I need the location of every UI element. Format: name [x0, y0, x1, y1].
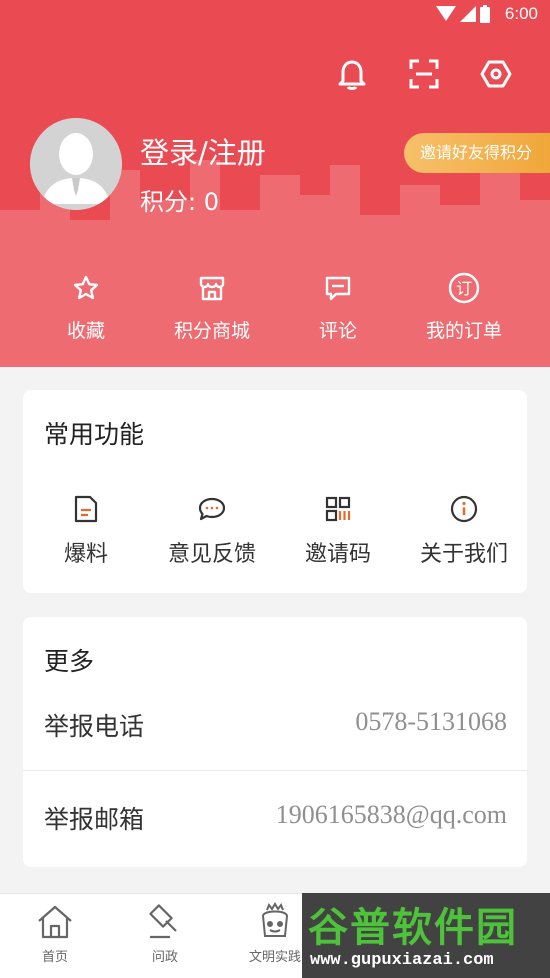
- report-phone-row[interactable]: 举报电话 0578-5131068: [23, 679, 527, 771]
- func-item-label: 邀请码: [304, 542, 371, 567]
- profile-header: 6:00 登录/注册 积分: 0 邀请好友得积分 收藏 积分商城 评论 订 我的…: [0, 0, 550, 367]
- quick-item-label: 我的订单: [425, 320, 502, 342]
- func-item-about-us[interactable]: 关于我们: [401, 494, 527, 568]
- nav-item-home[interactable]: 首页: [15, 902, 95, 965]
- section-title: 更多: [44, 647, 95, 676]
- row-value: 1906165838@qq.com: [275, 800, 507, 829]
- quick-item-label: 评论: [318, 320, 357, 342]
- gavel-icon: [146, 902, 184, 942]
- report-icon: [73, 494, 99, 524]
- bell-icon[interactable]: [334, 56, 370, 92]
- feedback-icon: [198, 494, 226, 524]
- quick-item-points-store[interactable]: 积分商城: [149, 270, 275, 343]
- battery-icon: [480, 5, 490, 23]
- report-email-row[interactable]: 举报邮箱 1906165838@qq.com: [23, 772, 527, 864]
- quick-item-comments[interactable]: 评论: [275, 270, 401, 343]
- quick-item-favorites[interactable]: 收藏: [23, 270, 149, 343]
- order-icon: 订: [448, 270, 480, 306]
- quick-actions: 收藏 积分商城 评论 订 我的订单: [0, 270, 550, 343]
- func-item-label: 爆料: [63, 542, 108, 567]
- nav-item-politics[interactable]: 问政: [125, 902, 205, 965]
- func-item-label: 关于我们: [419, 542, 508, 567]
- info-icon: [450, 494, 478, 524]
- func-item-feedback[interactable]: 意见反馈: [149, 494, 275, 568]
- settings-icon[interactable]: [478, 56, 514, 92]
- home-icon: [36, 902, 74, 942]
- store-icon: [198, 270, 226, 306]
- row-value: 0578-5131068: [355, 707, 507, 736]
- points-label: 积分: 0: [140, 188, 219, 216]
- status-time: 6:00: [504, 4, 538, 23]
- func-item-label: 意见反馈: [167, 542, 256, 567]
- svg-text:订: 订: [456, 279, 472, 298]
- avatar[interactable]: [30, 118, 122, 210]
- invite-friends-button[interactable]: 邀请好友得积分: [404, 133, 550, 173]
- section-title: 常用功能: [44, 420, 145, 449]
- watermark-title: 谷普软件园: [308, 905, 518, 951]
- quick-item-label: 积分商城: [173, 320, 250, 342]
- function-grid: 爆料 意见反馈 邀请码 关于我们: [23, 494, 527, 568]
- func-item-invite-code[interactable]: 邀请码: [275, 494, 401, 568]
- qrcode-icon: [325, 494, 351, 524]
- civilization-icon: [255, 902, 295, 942]
- scan-icon[interactable]: [406, 56, 442, 92]
- nav-label: 文明实践: [248, 950, 301, 965]
- comment-icon: [324, 270, 352, 306]
- func-item-report[interactable]: 爆料: [23, 494, 149, 568]
- star-icon: [72, 270, 100, 306]
- top-actions: [334, 56, 514, 92]
- login-register-link[interactable]: 登录/注册: [140, 130, 266, 172]
- nav-label: 首页: [41, 950, 68, 965]
- status-bar: 6:00: [0, 0, 550, 30]
- row-label: 举报邮箱: [44, 805, 145, 834]
- quick-item-my-orders[interactable]: 订 我的订单: [401, 270, 527, 343]
- common-functions-card: 常用功能 爆料 意见反馈 邀请码 关于我们: [23, 390, 527, 593]
- row-label: 举报电话: [44, 712, 145, 741]
- more-card: 更多 举报电话 0578-5131068 举报邮箱 1906165838@qq.…: [23, 617, 527, 867]
- quick-item-label: 收藏: [66, 320, 105, 342]
- watermark-url: www.gupuxiazai.com: [310, 951, 494, 970]
- nav-label: 问政: [151, 950, 178, 965]
- watermark-overlay: 谷普软件园 www.gupuxiazai.com: [302, 893, 550, 978]
- signal-icon: [460, 6, 476, 22]
- wifi-icon: [436, 6, 456, 21]
